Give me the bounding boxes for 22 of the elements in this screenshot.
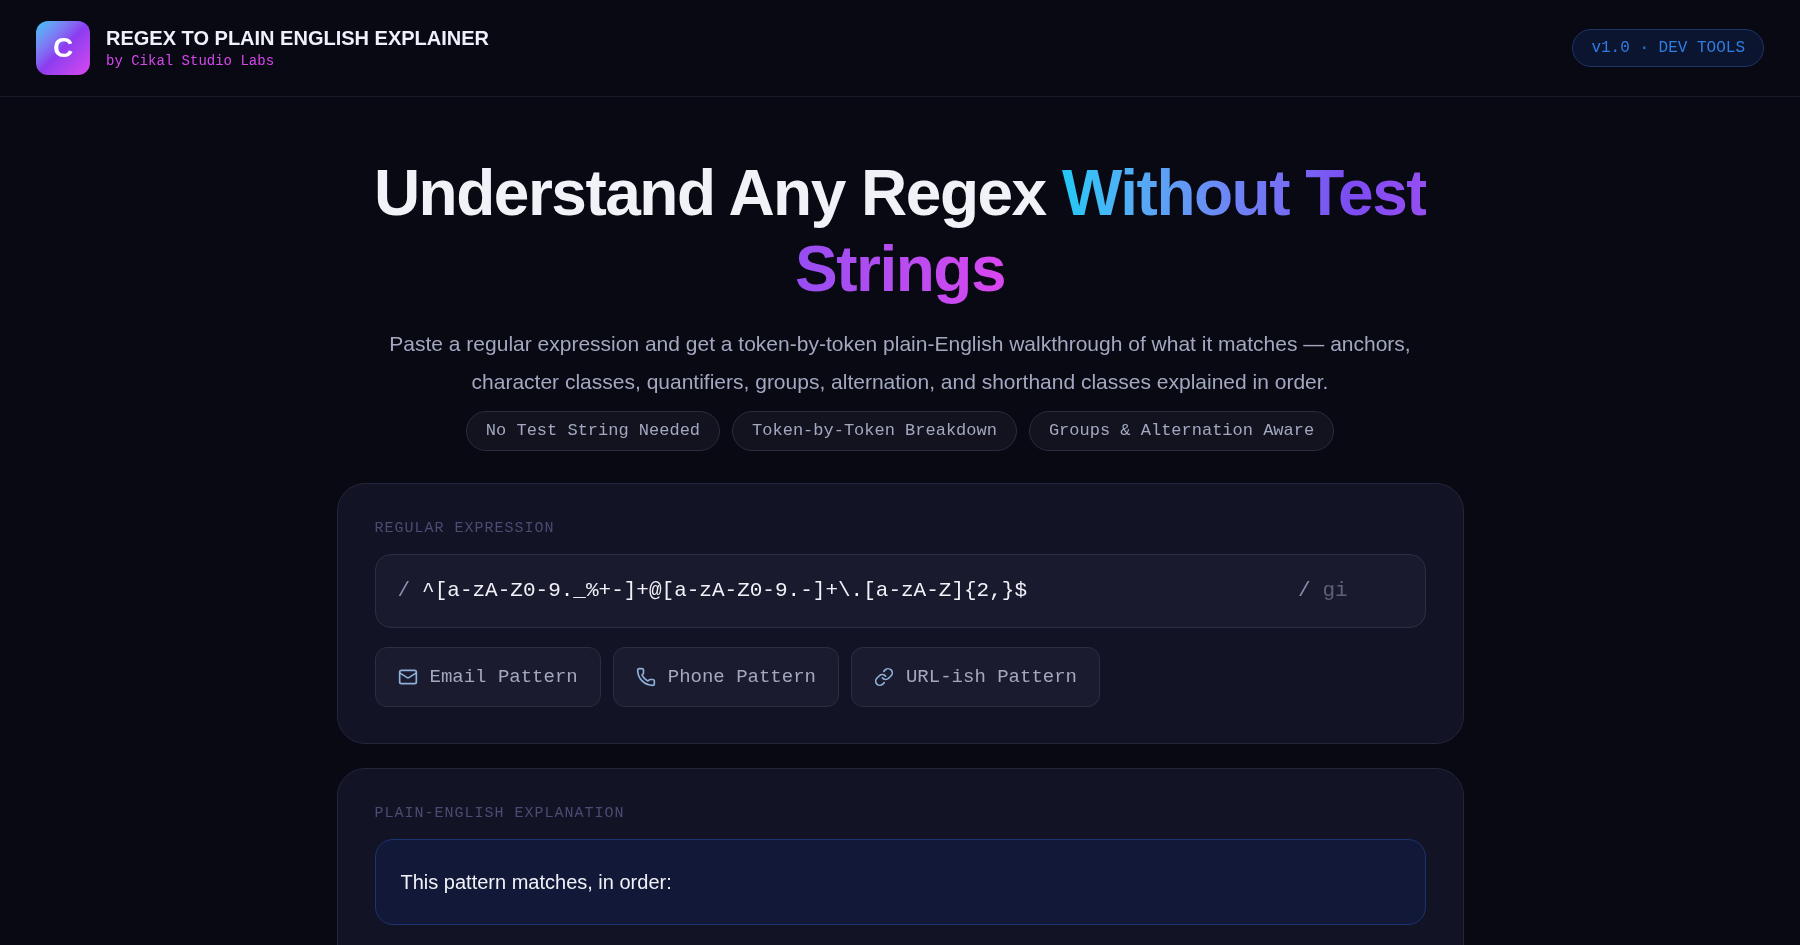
feature-tag: Groups & Alternation Aware bbox=[1028, 411, 1335, 451]
logo-icon: C bbox=[36, 21, 90, 75]
explanation-intro: This pattern matches, in order: bbox=[400, 869, 672, 895]
app-subtitle: by Cikal Studio Labs bbox=[106, 51, 276, 71]
flags-input[interactable]: gi bbox=[1322, 575, 1403, 607]
section-label: PLAIN-ENGLISH EXPLANATION bbox=[374, 804, 626, 824]
feature-tag: No Test String Needed bbox=[465, 411, 721, 451]
slash-delimiter: / bbox=[397, 578, 411, 605]
mail-icon bbox=[397, 667, 418, 687]
feature-tag: Token-by-Token Breakdown bbox=[732, 411, 1017, 451]
app-title: REGEX TO PLAIN ENGLISH EXPLAINER bbox=[106, 25, 490, 51]
preset-button[interactable]: URL-ish Pattern bbox=[850, 647, 1100, 707]
version-badge: v1.0 · DEV TOOLS bbox=[1572, 29, 1764, 67]
phone-icon bbox=[635, 667, 656, 687]
preset-button[interactable]: Phone Pattern bbox=[612, 647, 839, 707]
pattern-input[interactable]: ^[a-zA-Z0-9._%+-]+@[a-zA-Z0-9.-]+\.[a-zA-Z]{2,}$ bbox=[422, 575, 1292, 607]
slash-delimiter: / bbox=[1297, 578, 1311, 605]
section-label: REGULAR EXPRESSION bbox=[374, 518, 556, 539]
preset-button[interactable]: Email Pattern bbox=[374, 647, 601, 707]
link-icon bbox=[873, 667, 894, 687]
hero-description: Paste a regular expression and get a token-by-token plain-English walkthrough of what it matches — anchors, character classes, quantifiers, groups, alternation, and shorthand classes explained in order. bbox=[388, 331, 1412, 395]
regex-field[interactable]: / ^[a-zA-Z0-9._%+-]+@[a-zA-Z0-9.-]+\.[a-zA-Z]{2,}$ / gi bbox=[374, 554, 1426, 628]
